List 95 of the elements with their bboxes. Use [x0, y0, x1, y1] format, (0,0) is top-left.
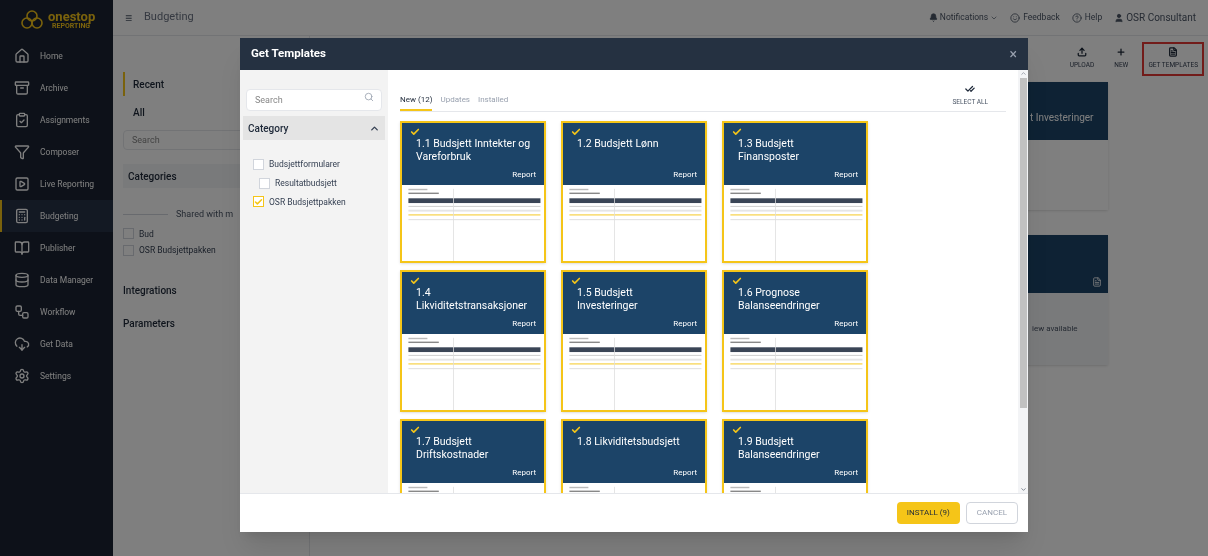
smiley-icon [1010, 12, 1021, 23]
sidebar-item[interactable]: Assignments [0, 104, 113, 136]
logo-icon [20, 10, 44, 30]
template-card[interactable]: 1.3 Budsjett Finansposter Report [722, 121, 868, 263]
template-title: 1.8 Likviditetsbudsjett [576, 435, 681, 448]
category-label[interactable]: OSR Budsjettpakken [139, 244, 216, 257]
checkbox[interactable] [253, 196, 264, 208]
tab[interactable]: New (12) [400, 94, 433, 111]
template-title: 1.2 Budsjett Lønn [576, 137, 660, 150]
sidebar-item[interactable]: Budgeting [0, 200, 113, 232]
sidebar-item[interactable]: Live Reporting [0, 168, 113, 200]
category-header[interactable]: Category [243, 116, 385, 140]
check-icon [571, 276, 581, 286]
archive-icon [14, 80, 30, 96]
help-icon [1071, 12, 1082, 23]
template-type: Report [673, 467, 697, 479]
template-type: Report [673, 169, 697, 181]
category-label[interactable]: Bud [139, 227, 154, 241]
template-type: Report [512, 169, 536, 181]
feedback-button[interactable]: Feedback [1010, 11, 1060, 24]
funnel-icon [14, 144, 30, 160]
template-card[interactable]: 1.5 Budsjett Investeringer Report [561, 270, 707, 412]
template-title: 1.9 Budsjett Balanseendringer [737, 435, 821, 461]
template-card[interactable]: 1.1 Budsjett Inntekter og Vareforbruk Report [400, 121, 546, 263]
cancel-button[interactable]: CANCEL [965, 502, 1018, 524]
check-icon [732, 425, 742, 435]
sidebar-item[interactable]: Publisher [0, 232, 113, 264]
template-card[interactable]: 1.9 Budsjett Balanseendringer Report [722, 419, 868, 493]
book-icon [14, 240, 30, 256]
check-icon [410, 127, 420, 137]
check-icon [571, 425, 581, 435]
notifications-button[interactable]: Notifications [928, 11, 999, 24]
template-type: Report [673, 318, 697, 330]
close-button[interactable]: × [1009, 43, 1017, 65]
template-title: 1.6 Prognose Balanseendringer [737, 286, 821, 312]
template-title: 1.1 Budsjett Inntekter og Vareforbruk [415, 137, 532, 163]
check-icon [571, 127, 581, 137]
user-icon [1114, 12, 1125, 23]
logo-name: onestop [48, 10, 96, 23]
tab[interactable]: Updates [440, 94, 470, 111]
template-card[interactable]: 1.7 Budsjett Driftskostnader Report [400, 419, 546, 493]
double-check-icon [965, 84, 976, 95]
document-icon [1092, 276, 1102, 287]
help-button[interactable]: Help [1071, 11, 1103, 24]
template-card[interactable]: 1.8 Likviditetsbudsjett Report [561, 419, 707, 493]
check-icon [410, 276, 420, 286]
template-card[interactable]: 1.6 Prognose Balanseendringer Report [722, 270, 868, 412]
cloud-icon [14, 336, 30, 352]
check-icon [410, 425, 420, 435]
scroll-down-icon[interactable] [1019, 486, 1027, 493]
workflow-icon [14, 304, 30, 320]
settings-icon [14, 368, 30, 384]
sidebar-item[interactable]: Archive [0, 72, 113, 104]
template-type: Report [834, 169, 858, 181]
template-type: Report [512, 318, 536, 330]
template-card[interactable]: 1.2 Budsjett Lønn Report [561, 121, 707, 263]
divider-label: Shared with m [176, 208, 234, 221]
template-title: 1.3 Budsjett Finansposter [737, 137, 800, 163]
template-type: Report [512, 467, 536, 479]
template-type: Report [834, 318, 858, 330]
menu-button[interactable]: ≡ [125, 8, 132, 27]
checkbox[interactable] [259, 177, 270, 189]
template-title: 1.5 Budsjett Investeringer [576, 286, 639, 312]
sidebar-item[interactable]: Composer [0, 136, 113, 168]
template-card[interactable]: 1.4 Likviditetstransaksjoner Report [400, 270, 546, 412]
plus-icon [1116, 47, 1127, 57]
sidebar-item[interactable]: Home [0, 40, 113, 72]
tab[interactable]: Installed [478, 94, 509, 111]
search-field[interactable]: Search [246, 89, 382, 111]
template-title: 1.7 Budsjett Driftskostnader [415, 435, 490, 461]
card-title: t Investeringer [1030, 111, 1094, 123]
install-button[interactable]: INSTALL (9) [896, 502, 960, 524]
scrollbar[interactable] [1018, 70, 1028, 493]
page-title: Budgeting [144, 9, 194, 26]
sidebar-item[interactable]: Get Data [0, 328, 113, 360]
calculator-icon [14, 208, 30, 224]
user-menu[interactable]: OSR Consultant [1114, 10, 1196, 25]
sidebar-item[interactable]: Workflow [0, 296, 113, 328]
database-icon [14, 272, 30, 288]
checkbox[interactable] [253, 158, 264, 170]
card-note: iew available [1031, 322, 1079, 335]
template-title: 1.4 Likviditetstransaksjoner [415, 286, 529, 312]
bell-icon [928, 13, 938, 22]
scroll-up-icon[interactable] [1019, 70, 1027, 77]
home-icon [14, 48, 30, 64]
play-icon [14, 176, 30, 192]
sidebar-item[interactable]: Settings [0, 360, 113, 392]
check-icon [732, 276, 742, 286]
upload-icon [1077, 47, 1087, 57]
template-type: Report [834, 467, 858, 479]
check-icon [732, 127, 742, 137]
category-label[interactable]: OSR Budsjettpakken [269, 195, 346, 209]
sidebar-item[interactable]: Data Manager [0, 264, 113, 296]
search-icon [364, 92, 374, 102]
dialog-title: Get Templates [251, 45, 326, 63]
